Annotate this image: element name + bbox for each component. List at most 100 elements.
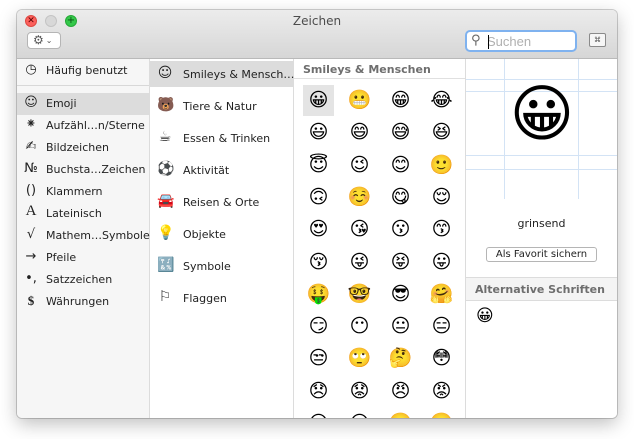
sidebar-item-latin[interactable]: A Lateinisch	[17, 203, 149, 225]
gear-icon: ⚙	[33, 33, 44, 47]
lightbulb-icon: 💡	[157, 225, 175, 241]
emoji-cell[interactable]: 🙃	[303, 182, 334, 213]
emoji-cell[interactable]: 🤗	[426, 279, 457, 310]
sidebar-item-label: Emoji	[46, 97, 77, 110]
emoji-cell[interactable]: 😙	[426, 214, 457, 245]
emoji-cell[interactable]: 😐	[385, 311, 416, 342]
text-cursor	[488, 35, 489, 49]
search-field[interactable]: ⚲	[465, 30, 577, 52]
emoji-cell[interactable]: 😊	[385, 150, 416, 181]
punctuation-icon: •,	[25, 271, 37, 286]
sidebar-item-brackets[interactable]: () Klammern	[17, 181, 149, 203]
emoji-cell[interactable]: 😅	[385, 117, 416, 148]
emoji-cell[interactable]: 😇	[303, 150, 334, 181]
category-label: Objekte	[183, 228, 226, 241]
sidebar-item-pictographs[interactable]: ✍ Bildzeichen	[17, 137, 149, 159]
emoji-cell[interactable]: 😎	[385, 279, 416, 310]
emoji-cell[interactable]: 😑	[426, 311, 457, 342]
category-symbols[interactable]: 🔣 Symbole	[150, 253, 293, 279]
bear-icon: 🐻	[157, 97, 175, 113]
action-menu-button[interactable]: ⚙ ⌄	[27, 32, 61, 49]
sidebar-item-label: Pfeile	[46, 251, 77, 264]
sidebar-item-label: Mathem…Symbole	[46, 229, 150, 242]
keyboard-viewer-button[interactable]: ⌘	[589, 33, 606, 47]
letter-a-icon: A	[25, 203, 37, 219]
emoji-cell[interactable]: 🤓	[344, 279, 375, 310]
emoji-cell[interactable]: 😝	[385, 247, 416, 278]
emoji-cell[interactable]: 🙄	[344, 343, 375, 374]
sidebar-item-arrows[interactable]: → Pfeile	[17, 247, 149, 269]
sidebar-item-bullets-stars[interactable]: ⁕ Aufzähl…n/Sterne	[17, 115, 149, 137]
emoji-cell[interactable]: 😛	[426, 247, 457, 278]
sidebar-item-currency[interactable]: $ Währungen	[17, 291, 149, 313]
header-divider	[294, 78, 465, 79]
emoji-cell[interactable]: 😂	[426, 85, 457, 116]
window-title: Zeichen	[292, 14, 342, 28]
emoji-cell[interactable]: 😒	[303, 343, 334, 374]
square-root-icon: √	[26, 227, 36, 242]
sidebar-item-frequently-used[interactable]: ◷ Häufig benutzt	[17, 60, 149, 82]
alternative-font-glyph[interactable]: 😀	[476, 306, 494, 326]
character-viewer-window: ✕ + Zeichen ⚙⌄ ⚲ ⌘ ◷ Häufig benutzt ☺ Em…	[17, 10, 617, 418]
emoji-cell[interactable]: 😋	[385, 182, 416, 213]
emoji-cell[interactable]: 😶	[344, 311, 375, 342]
emoji-cell[interactable]: 😀	[303, 85, 334, 116]
alternative-fonts-label: Alternative Schriften	[475, 283, 605, 296]
emoji-cell[interactable]: 🤑	[303, 279, 334, 310]
flag-icon: ⚐	[158, 289, 172, 305]
emoji-cell[interactable]: 🤔	[385, 343, 416, 374]
sidebar-item-punctuation[interactable]: •, Satzzeichen	[17, 269, 149, 291]
search-input[interactable]	[487, 33, 573, 49]
category-food-drink[interactable]: ☕ Essen & Trinken	[150, 125, 293, 151]
emoji-cell[interactable]: 😟	[344, 376, 375, 407]
emoji-cell[interactable]: 😠	[385, 376, 416, 407]
sidebar-item-label: Aufzähl…n/Sterne	[46, 119, 145, 132]
emoji-cell[interactable]: 🙂	[426, 150, 457, 181]
emoji-cell[interactable]: 😌	[426, 182, 457, 213]
character-detail-panel: 😀 grinsend Als Favorit sichern Alternati…	[466, 59, 617, 418]
keyboard-icon: ⌘	[594, 36, 601, 44]
smiley-icon: ☺	[24, 95, 38, 110]
emoji-cell[interactable]: 😗	[385, 214, 416, 245]
category-travel-places[interactable]: 🚘 Reisen & Orte	[150, 189, 293, 215]
grid-section-header: Smileys & Menschen	[303, 63, 431, 76]
search-icon: ⚲	[471, 33, 481, 48]
sidebar-item-letterlike-symbols[interactable]: № Buchsta…Zeichen	[17, 159, 149, 181]
emoji-cell[interactable]: 😚	[303, 247, 334, 278]
emoji-cell[interactable]: 😃	[303, 117, 334, 148]
character-preview: 😀	[466, 59, 617, 199]
emoji-cell[interactable]: 😘	[344, 214, 375, 245]
emoji-cell[interactable]: 😞	[303, 376, 334, 407]
emoji-cell[interactable]: 😳	[426, 343, 457, 374]
emoji-cell[interactable]: 😔	[303, 408, 334, 418]
category-animals-nature[interactable]: 🐻 Tiere & Natur	[150, 93, 293, 119]
emoji-cell[interactable]: 😉	[344, 150, 375, 181]
category-flags[interactable]: ⚐ Flaggen	[150, 285, 293, 311]
emoji-cell[interactable]: 😏	[303, 311, 334, 342]
emoji-cell[interactable]: ☺️	[344, 182, 375, 213]
emoji-cell[interactable]: 😜	[344, 247, 375, 278]
emoji-cell[interactable]: 😡	[426, 376, 457, 407]
car-icon: 🚘	[157, 193, 175, 209]
category-label: Essen & Trinken	[183, 132, 271, 145]
sidebar-character-sets: ◷ Häufig benutzt ☺ Emoji ⁕ Aufzähl…n/Ste…	[17, 59, 150, 418]
emoji-cell[interactable]: 😄	[344, 117, 375, 148]
emoji-cell[interactable]: 😍	[303, 214, 334, 245]
character-name: grinsend	[517, 217, 566, 230]
category-activity[interactable]: ⚽ Aktivität	[150, 157, 293, 183]
emoji-cell[interactable]: ☹️	[426, 408, 457, 418]
category-objects[interactable]: 💡 Objekte	[150, 221, 293, 247]
sidebar-item-label: Währungen	[46, 295, 110, 308]
emoji-cell[interactable]: 😬	[344, 85, 375, 116]
emoji-cell[interactable]: 😁	[385, 85, 416, 116]
sidebar-item-label: Bildzeichen	[46, 141, 109, 154]
soccer-ball-icon: ⚽	[157, 161, 175, 177]
category-smileys-people[interactable]: ☺ Smileys & Mensch…	[150, 61, 294, 87]
symbols-icon: 🔣	[157, 257, 175, 273]
sidebar-item-math-symbols[interactable]: √ Mathem…Symbole	[17, 225, 150, 247]
emoji-cell[interactable]: 🙁	[385, 408, 416, 418]
emoji-cell[interactable]: 😕	[344, 408, 375, 418]
emoji-cell[interactable]: 😆	[426, 117, 457, 148]
sidebar-item-emoji[interactable]: ☺ Emoji	[17, 93, 149, 115]
add-to-favorites-button[interactable]: Als Favorit sichern	[486, 247, 597, 262]
